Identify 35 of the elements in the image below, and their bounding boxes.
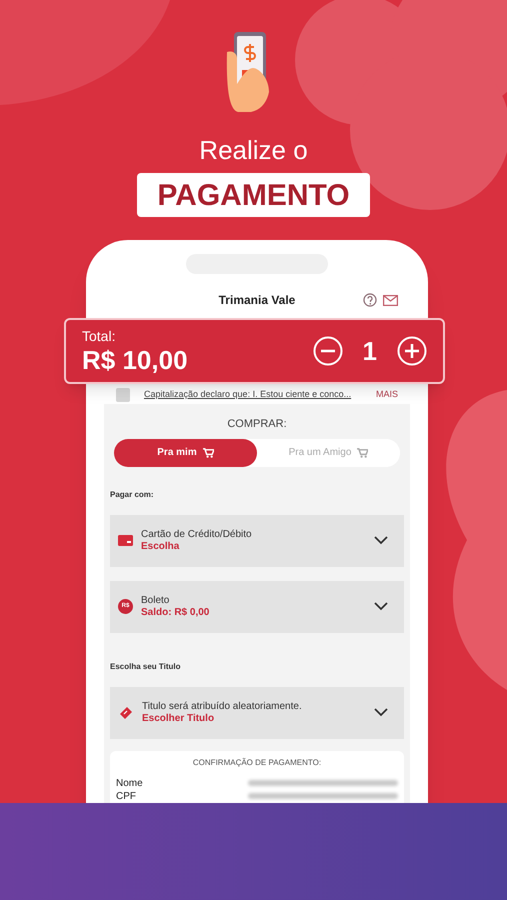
- card-icon: [118, 535, 133, 546]
- cart-icon: [202, 448, 214, 458]
- checkbox[interactable]: [116, 388, 130, 402]
- option-subtitle: Escolha: [141, 540, 180, 552]
- cart-icon: [357, 448, 368, 458]
- plus-button[interactable]: [397, 336, 427, 366]
- mail-icon[interactable]: [383, 294, 398, 306]
- section-label: Pagar com:: [110, 488, 155, 500]
- ticket-icon: [118, 704, 134, 720]
- option-title: Boleto: [141, 594, 170, 606]
- confirmation-heading: CONFIRMAÇÃO DE PAGAMENTO:: [192, 756, 322, 768]
- more-link[interactable]: MAIS: [376, 388, 398, 402]
- option-card[interactable]: Titulo será atribuído aleatoriamente. Escolher Titulo: [110, 686, 404, 738]
- terms-link[interactable]: Capitalização declaro que: I. Estou ciente e conco...: [144, 388, 352, 402]
- total-amount: R$ 10,00: [82, 347, 188, 373]
- option-title: Titulo será atribuído aleatoriamente.: [142, 700, 303, 712]
- chevron-down-icon: [374, 602, 388, 611]
- chevron-down-icon: [374, 708, 388, 717]
- field-label: Nome: [116, 776, 143, 790]
- section-label: Escolha seu Titulo: [110, 660, 182, 672]
- field-label: CPF: [116, 790, 136, 804]
- option-subtitle: Saldo: R$ 0,00: [141, 606, 210, 618]
- help-icon[interactable]: [363, 293, 377, 307]
- headline: Realize o: [198, 134, 309, 167]
- app-title: Trimania Vale: [218, 292, 296, 309]
- quantity: 1: [362, 334, 377, 368]
- option-subtitle: Escolher Titulo: [142, 712, 216, 724]
- chevron-down-icon: [374, 536, 388, 545]
- headline-banner: PAGAMENTO: [137, 173, 370, 217]
- option-title: Cartão de Crédito/Débito: [141, 528, 253, 540]
- section-label: COMPRAR:: [226, 417, 288, 432]
- minus-button[interactable]: [312, 336, 343, 366]
- option-card[interactable]: Cartão de Crédito/Débito Escolha: [110, 514, 404, 566]
- tab[interactable]: Pra mim: [114, 438, 257, 466]
- total-label: Total:: [82, 329, 116, 343]
